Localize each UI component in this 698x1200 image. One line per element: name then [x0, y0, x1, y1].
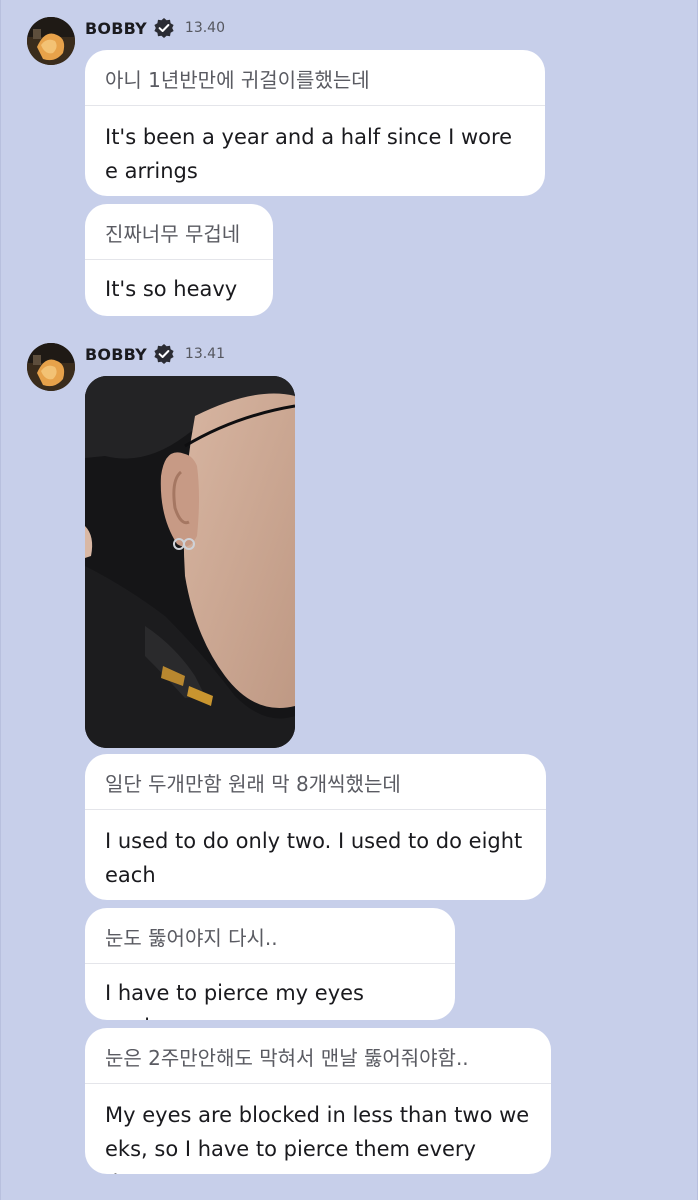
- message-header: BOBBY 13.41: [85, 341, 225, 367]
- photo-attachment[interactable]: [85, 376, 295, 748]
- avatar-image: [27, 343, 75, 391]
- original-text: 눈도 뚫어야지 다시..: [85, 908, 455, 964]
- verified-badge-icon: [153, 343, 175, 365]
- message-bubble[interactable]: 진짜너무 무겁네 It's so heavy: [85, 204, 273, 316]
- translated-text: It's been a year and a half since I wore…: [105, 125, 513, 183]
- avatar-image: [27, 17, 75, 65]
- original-text: 아니 1년반만에 귀걸이를했는데: [85, 50, 545, 106]
- message-bubble[interactable]: 눈은 2주만안해도 막혀서 맨날 뚫어줘야함.. My eyes are blo…: [85, 1028, 551, 1174]
- verified-badge-icon: [153, 17, 175, 39]
- original-text: 일단 두개만함 원래 막 8개씩했는데: [85, 754, 546, 810]
- message-bubble[interactable]: 눈도 뚫어야지 다시.. I have to pierce my eyes ag…: [85, 908, 455, 1020]
- timestamp: 13.40: [184, 20, 225, 36]
- chat-view[interactable]: BOBBY 13.40 아니 1년반만에 귀걸이를했는데 It's been a…: [0, 0, 698, 1200]
- avatar[interactable]: [27, 17, 75, 65]
- message-bubble[interactable]: 아니 1년반만에 귀걸이를했는데 It's been a year and a …: [85, 50, 545, 196]
- sender-name[interactable]: BOBBY: [85, 345, 147, 364]
- translated-text: I used to do only two. I used to do eigh…: [105, 829, 523, 887]
- translated-text: My eyes are blocked in less than two we …: [105, 1103, 530, 1174]
- avatar[interactable]: [27, 343, 75, 391]
- message-header: BOBBY 13.40: [85, 15, 225, 41]
- ear-photo-image: [85, 376, 295, 748]
- message-bubble[interactable]: 일단 두개만함 원래 막 8개씩했는데 I used to do only tw…: [85, 754, 546, 900]
- timestamp: 13.41: [184, 346, 225, 362]
- translated-text: It's so heavy: [105, 277, 238, 301]
- sender-name[interactable]: BOBBY: [85, 19, 147, 38]
- translated-text: I have to pierce my eyes again..: [105, 981, 364, 1020]
- original-text: 진짜너무 무겁네: [85, 204, 273, 260]
- original-text: 눈은 2주만안해도 막혀서 맨날 뚫어줘야함..: [85, 1028, 551, 1084]
